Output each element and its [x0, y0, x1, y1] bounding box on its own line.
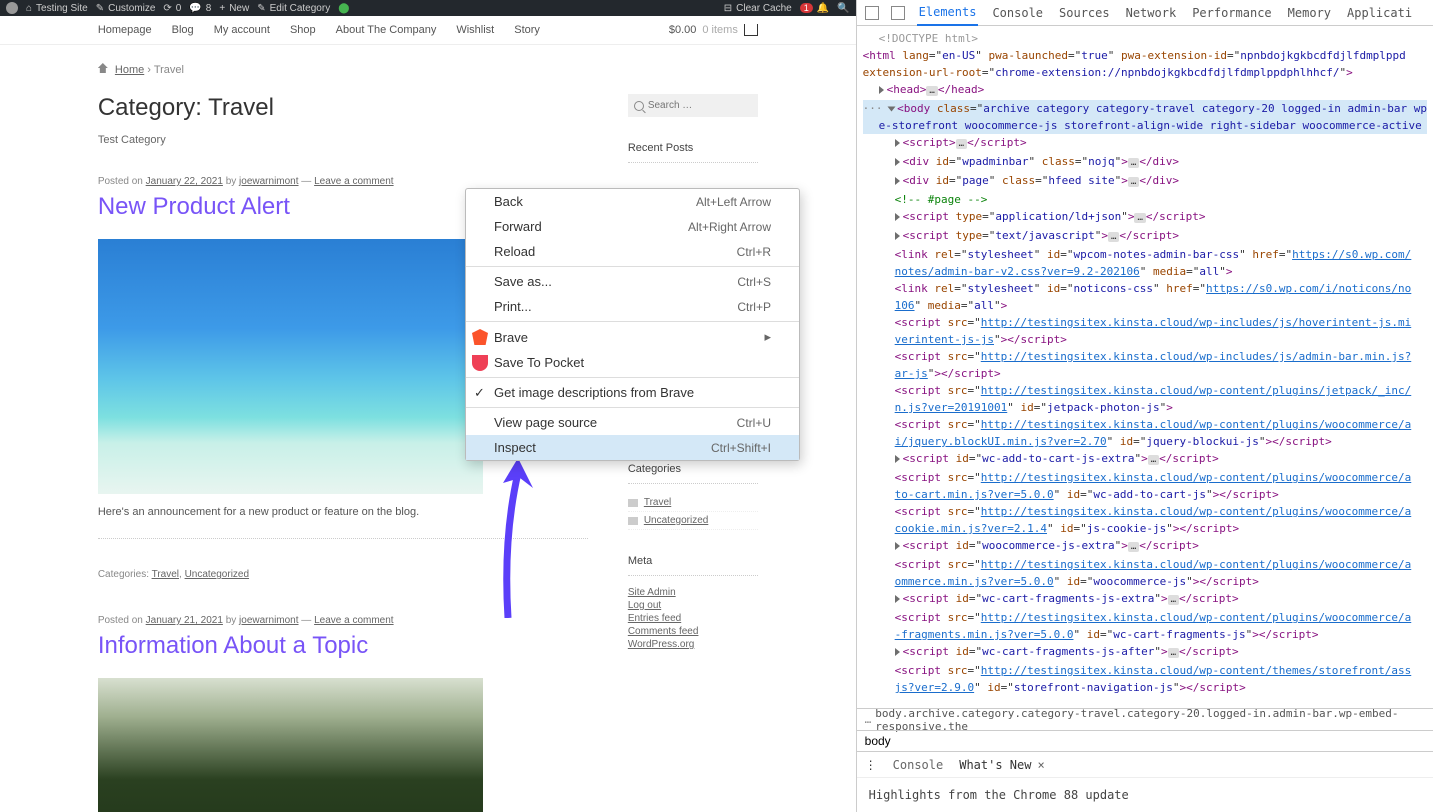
ctx-print[interactable]: Print...Ctrl+P	[466, 294, 799, 319]
nav-about[interactable]: About The Company	[336, 24, 437, 36]
tab-network[interactable]: Network	[1124, 1, 1179, 25]
post-date-link[interactable]: January 22, 2021	[146, 176, 223, 187]
search-widget[interactable]	[628, 94, 758, 117]
nav-homepage[interactable]: Homepage	[98, 24, 152, 36]
devtools-panel: Elements Console Sources Network Perform…	[856, 0, 1433, 812]
widget-title-categories: Categories	[628, 463, 758, 484]
post-meta: Posted on January 22, 2021 by joewarnimo…	[98, 176, 588, 187]
ctx-reload[interactable]: ReloadCtrl+R	[466, 239, 799, 264]
folder-icon	[628, 499, 638, 507]
folder-icon	[628, 517, 638, 525]
drawer-menu-icon[interactable]: ⋮	[865, 758, 877, 772]
breadcrumb-home[interactable]: Home	[115, 64, 144, 76]
ctx-image-descriptions[interactable]: Get image descriptions from Brave	[466, 380, 799, 405]
cart-total: $0.00	[669, 24, 697, 36]
nav-my-account[interactable]: My account	[214, 24, 270, 36]
leave-comment-link[interactable]: Leave a comment	[314, 615, 394, 626]
ctx-forward[interactable]: ForwardAlt+Right Arrow	[466, 214, 799, 239]
tab-application[interactable]: Applicati	[1345, 1, 1414, 25]
tab-elements[interactable]: Elements	[917, 0, 979, 26]
tab-console[interactable]: Console	[990, 1, 1045, 25]
ctx-back[interactable]: BackAlt+Left Arrow	[466, 189, 799, 214]
devtools-toolbar: Elements Console Sources Network Perform…	[857, 0, 1433, 26]
post-author-link[interactable]: joewarnimont	[239, 176, 298, 187]
post-title-link[interactable]: New Product Alert	[98, 193, 290, 220]
comments-link[interactable]: 💬8	[189, 3, 211, 14]
cat-link-uncategorized[interactable]: Uncategorized	[185, 569, 249, 580]
meta-link[interactable]: Log out	[628, 599, 758, 612]
brave-icon	[472, 329, 488, 345]
edit-category-link[interactable]: ✎Edit Category	[257, 3, 330, 14]
pocket-icon	[472, 355, 488, 371]
drawer-tab-console[interactable]: Console	[893, 758, 944, 772]
meta-link[interactable]: Site Admin	[628, 586, 758, 599]
page-title: Category: Travel	[98, 94, 588, 122]
notifications-link[interactable]: 1🔔	[800, 3, 829, 14]
post-featured-image[interactable]	[98, 239, 483, 494]
devtools-search-input[interactable]	[865, 734, 1425, 748]
cat-link-travel[interactable]: Travel	[152, 569, 179, 580]
site-name[interactable]: ⌂Testing Site	[26, 3, 88, 14]
search-icon	[634, 101, 644, 111]
post-date-link[interactable]: January 21, 2021	[146, 615, 223, 626]
widget-title-recent: Recent Posts	[628, 142, 758, 163]
post-title-link[interactable]: Information About a Topic	[98, 632, 368, 659]
post-entry: Posted on January 21, 2021 by joewarnimo…	[98, 615, 588, 812]
meta-link[interactable]: WordPress.org	[628, 638, 758, 651]
inspect-element-icon[interactable]	[865, 6, 879, 20]
ctx-pocket[interactable]: Save To Pocket	[466, 350, 799, 375]
nav-story[interactable]: Story	[514, 24, 540, 36]
breadcrumb-current: Travel	[154, 64, 184, 76]
elements-tree[interactable]: <!DOCTYPE html> <html lang="en-US" pwa-l…	[857, 26, 1433, 708]
ctx-view-source[interactable]: View page sourceCtrl+U	[466, 410, 799, 435]
ctx-save-as[interactable]: Save as...Ctrl+S	[466, 269, 799, 294]
category-description: Test Category	[98, 134, 588, 146]
post-featured-image[interactable]	[98, 678, 483, 812]
post-author-link[interactable]: joewarnimont	[239, 615, 298, 626]
drawer-tab-whats-new[interactable]: What's New	[959, 758, 1031, 772]
breadcrumb: Home › Travel	[78, 45, 778, 94]
wp-admin-bar: ⌂Testing Site ✎Customize ⟳0 💬8 +New ✎Edi…	[0, 0, 856, 16]
leave-comment-link[interactable]: Leave a comment	[314, 176, 394, 187]
list-item: Uncategorized	[628, 512, 758, 530]
customize-link[interactable]: ✎Customize	[96, 3, 156, 14]
browser-viewport: ⌂Testing Site ✎Customize ⟳0 💬8 +New ✎Edi…	[0, 0, 856, 812]
nav-shop[interactable]: Shop	[290, 24, 316, 36]
tab-performance[interactable]: Performance	[1190, 1, 1273, 25]
search-input[interactable]	[648, 100, 718, 111]
nav-blog[interactable]: Blog	[172, 24, 194, 36]
cat-link[interactable]: Travel	[644, 497, 671, 508]
ctx-inspect[interactable]: InspectCtrl+Shift+I	[466, 435, 799, 460]
devtools-drawer-tabs: ⋮ Console What's New ×	[857, 751, 1433, 777]
tab-sources[interactable]: Sources	[1057, 1, 1112, 25]
devtools-breadcrumb[interactable]: … body.archive.category.category-travel.…	[857, 708, 1433, 730]
devtools-search[interactable]	[857, 730, 1433, 751]
nav-wishlist[interactable]: Wishlist	[456, 24, 494, 36]
tab-memory[interactable]: Memory	[1286, 1, 1333, 25]
close-icon[interactable]: ×	[1037, 758, 1044, 772]
drawer-content: Highlights from the Chrome 88 update	[857, 777, 1433, 812]
device-toolbar-icon[interactable]	[891, 6, 905, 20]
main-nav: Homepage Blog My account Shop About The …	[98, 24, 758, 36]
cart-icon	[744, 24, 758, 36]
ctx-brave[interactable]: Brave▸	[466, 324, 799, 350]
context-menu: BackAlt+Left Arrow ForwardAlt+Right Arro…	[465, 188, 800, 461]
list-item: Travel	[628, 494, 758, 512]
widget-title-meta: Meta	[628, 555, 758, 576]
meta-link[interactable]: Comments feed	[628, 625, 758, 638]
site-header: Homepage Blog My account Shop About The …	[0, 16, 856, 45]
stats-link[interactable]: ⬤	[338, 3, 349, 14]
annotation-arrow	[478, 458, 538, 618]
home-icon	[98, 63, 108, 73]
cat-link[interactable]: Uncategorized	[644, 515, 708, 526]
cart-items: 0 items	[702, 24, 737, 36]
clear-cache-link[interactable]: ⊟Clear Cache	[724, 3, 792, 14]
cart-link[interactable]: $0.00 0 items	[669, 24, 758, 36]
search-icon[interactable]: 🔍	[837, 3, 849, 14]
wp-logo[interactable]	[6, 2, 18, 14]
new-link[interactable]: +New	[219, 3, 249, 14]
meta-link[interactable]: Entries feed	[628, 612, 758, 625]
updates-link[interactable]: ⟳0	[163, 3, 181, 14]
